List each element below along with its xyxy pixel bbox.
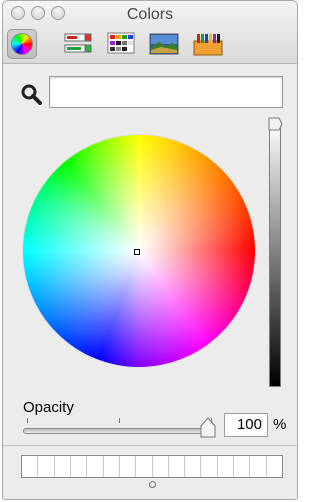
- opacity-slider-thumb[interactable]: [199, 417, 217, 439]
- color-swatches-bar[interactable]: [21, 455, 283, 478]
- swatch-slot[interactable]: [87, 456, 104, 477]
- sliders-icon: [64, 33, 92, 53]
- color-wheel-selection-marker[interactable]: [134, 249, 140, 255]
- color-wheel-icon: [11, 33, 33, 55]
- swatch-slot[interactable]: [136, 456, 153, 477]
- image-palettes-tab[interactable]: [149, 31, 179, 57]
- color-search-input[interactable]: [49, 76, 283, 108]
- swatch-slot[interactable]: [38, 456, 55, 477]
- swatch-slot[interactable]: [201, 456, 218, 477]
- divider: [3, 445, 297, 446]
- opacity-slider-track[interactable]: [23, 428, 215, 434]
- swatch-slot[interactable]: [55, 456, 71, 477]
- swatch-slot[interactable]: [218, 456, 235, 477]
- swatch-slot[interactable]: [267, 456, 282, 477]
- palettes-icon: [107, 32, 135, 54]
- opacity-tick-mark: [119, 418, 120, 423]
- brightness-slider-handle[interactable]: [265, 117, 283, 131]
- swatch-slot[interactable]: [234, 456, 251, 477]
- swatch-slot[interactable]: [120, 456, 137, 477]
- search-icon: [21, 84, 42, 105]
- colors-panel-window: Colors Opacity 100 %: [2, 0, 298, 500]
- window-title: Colors: [126, 6, 174, 23]
- swatch-slot[interactable]: [153, 456, 169, 477]
- swatches-resize-handle[interactable]: [149, 481, 156, 488]
- color-palettes-tab[interactable]: [107, 31, 137, 57]
- opacity-tick-mark: [27, 418, 28, 423]
- swatch-slot[interactable]: [71, 456, 88, 477]
- titlebar: Colors: [3, 1, 297, 64]
- swatch-slot[interactable]: [22, 456, 39, 477]
- brightness-slider[interactable]: [269, 121, 281, 387]
- color-wheel-tab[interactable]: [7, 29, 37, 59]
- swatch-slot[interactable]: [169, 456, 186, 477]
- image-icon: [149, 33, 179, 55]
- opacity-value-field[interactable]: 100: [224, 413, 268, 437]
- swatch-slot[interactable]: [104, 456, 120, 477]
- swatch-slot[interactable]: [250, 456, 267, 477]
- crayons-icon: [193, 34, 223, 56]
- crayons-tab[interactable]: [193, 31, 223, 57]
- swatch-slot[interactable]: [185, 456, 202, 477]
- opacity-unit: %: [273, 416, 287, 433]
- opacity-label: Opacity: [23, 399, 74, 416]
- color-sliders-tab[interactable]: [63, 31, 93, 57]
